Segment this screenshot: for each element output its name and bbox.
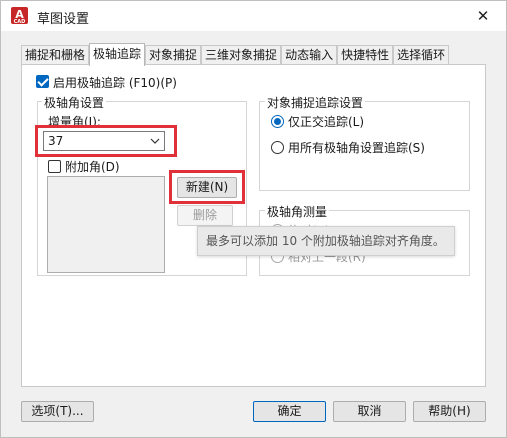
delete-angle-button[interactable]: 删除 [177,205,233,226]
tab-snap-grid[interactable]: 捕捉和栅格 [21,45,90,65]
polar-angle-settings-title: 极轴角设置 [42,94,107,111]
sketch-settings-dialog: A CAD 草图设置 ✕ 捕捉和栅格 极轴追踪 对象捕捉 三维对象捕捉 动态输入… [0,0,507,438]
additional-angle-list[interactable] [47,176,165,273]
tab-selection-cycling[interactable]: 选择循环 [393,45,450,65]
tab-dynamic-input[interactable]: 动态输入 [281,45,338,65]
help-button[interactable]: 帮助(H) [413,401,486,422]
additional-angle-label: 附加角(D) [65,160,120,174]
all-polar-tracking-label: 用所有极轴角设置追踪(S) [288,141,425,155]
ok-button[interactable]: 确定 [253,401,326,422]
close-button[interactable]: ✕ [460,1,506,31]
tab-quick-properties[interactable]: 快捷特性 [337,45,394,65]
additional-angle-checkbox[interactable] [48,160,61,173]
title-bar: A CAD 草图设置 ✕ [1,1,506,31]
options-button[interactable]: 选项(T)... [21,401,94,422]
tab-object-snap[interactable]: 对象捕捉 [145,45,202,65]
window-title: 草图设置 [37,12,90,27]
new-button-highlight-box [169,170,245,204]
enable-polar-label: 启用极轴追踪 (F10)(P) [53,76,177,90]
tab-3d-object-snap[interactable]: 三维对象捕捉 [201,45,282,65]
autocad-app-icon: A CAD [11,7,28,25]
enable-polar-checkbox[interactable] [36,75,49,88]
tooltip: 最多可以添加 10 个附加极轴追踪对齐角度。 [197,226,455,256]
polar-measure-title: 极轴角测量 [265,203,330,220]
tab-strip: 捕捉和栅格 极轴追踪 对象捕捉 三维对象捕捉 动态输入 快捷特性 选择循环 [21,43,450,66]
orthogonal-tracking-radio[interactable] [271,115,284,128]
all-polar-tracking-radio[interactable] [271,141,284,154]
cancel-button[interactable]: 取消 [333,401,406,422]
tab-polar-tracking[interactable]: 极轴追踪 [89,43,146,66]
orthogonal-tracking-label: 仅正交追踪(L) [288,115,365,129]
close-icon: ✕ [476,7,490,25]
increment-highlight-box [35,125,177,157]
snap-tracking-title: 对象捕捉追踪设置 [265,94,366,111]
